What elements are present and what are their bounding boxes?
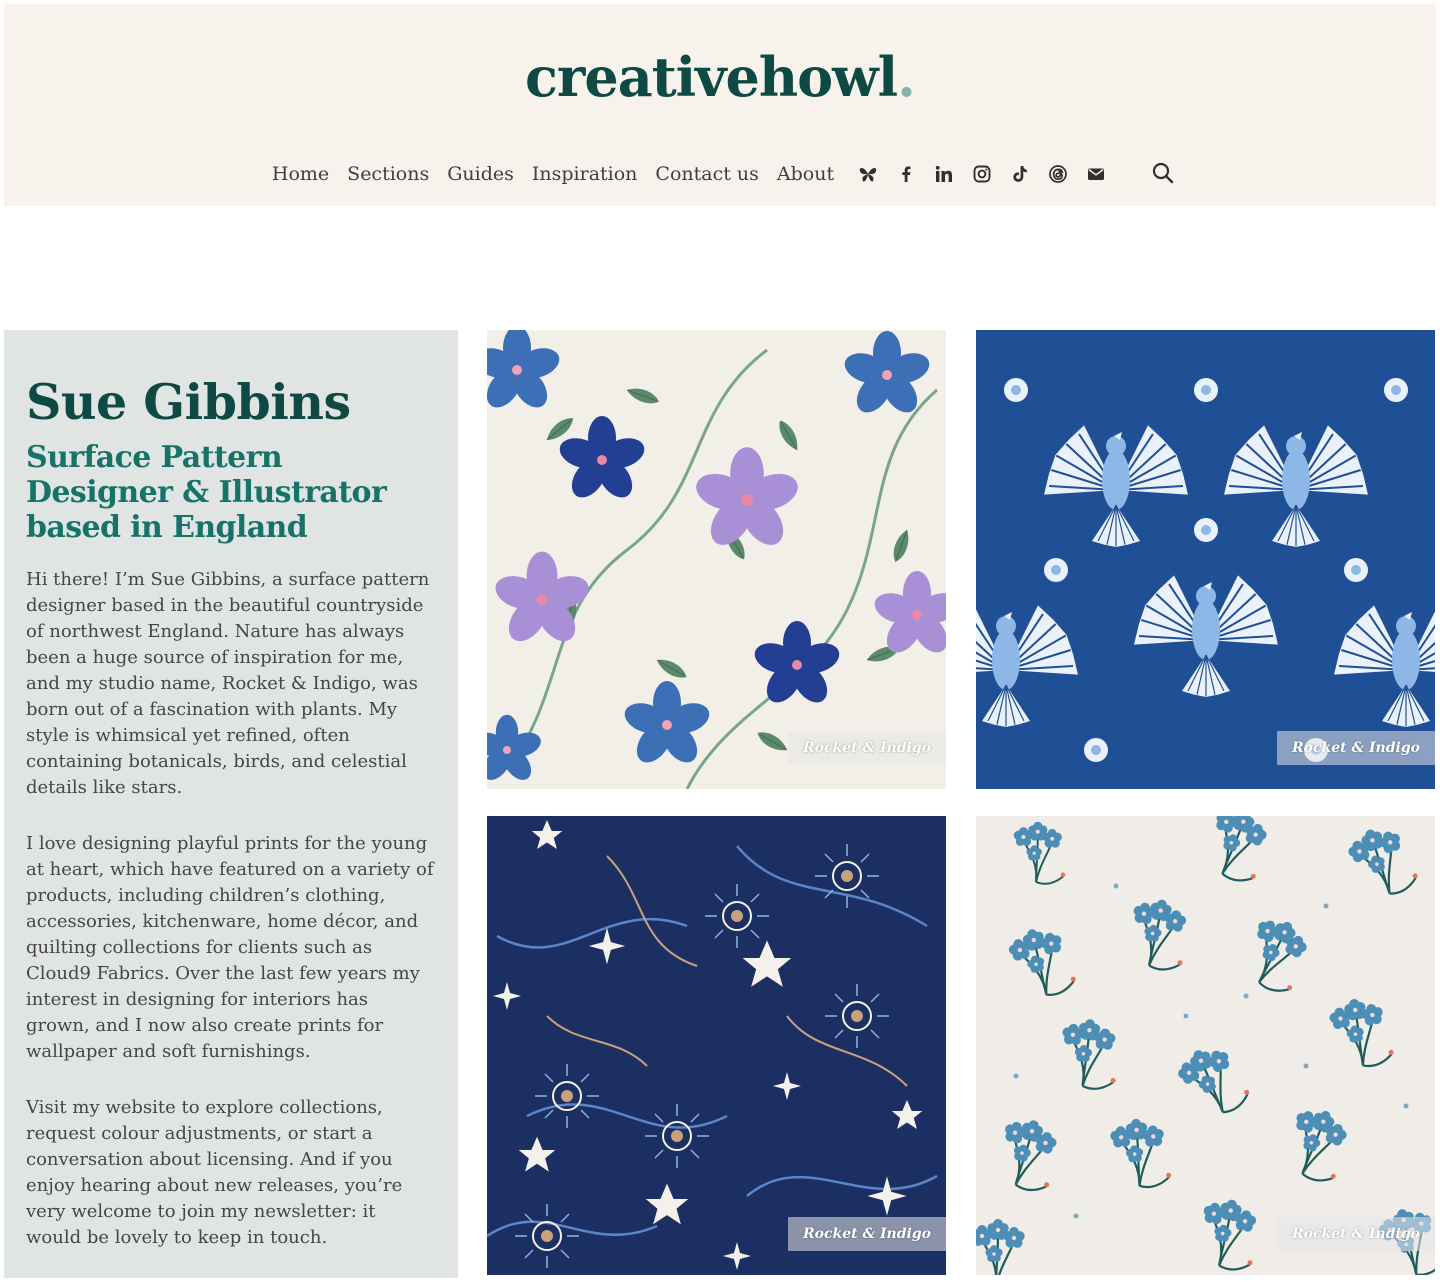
designer-bio: Hi there! I’m Sue Gibbins, a surface pat… bbox=[26, 567, 436, 1251]
designer-name: Sue Gibbins bbox=[26, 373, 351, 431]
site-header: creativehowl. Home Sections Guides Inspi… bbox=[4, 4, 1436, 206]
designer-intro-panel: Sue Gibbins Surface Pattern Designer & I… bbox=[4, 330, 458, 1278]
nav-sections[interactable]: Sections bbox=[347, 163, 429, 185]
folk-birds-pattern-image bbox=[976, 330, 1435, 789]
nav-home[interactable]: Home bbox=[272, 163, 329, 185]
instagram-icon[interactable] bbox=[971, 163, 993, 185]
nav-guides[interactable]: Guides bbox=[447, 163, 514, 185]
tiktok-icon[interactable] bbox=[1009, 163, 1031, 185]
nav-inspiration[interactable]: Inspiration bbox=[532, 163, 638, 185]
designer-role: Surface Pattern Designer & Illustrator b… bbox=[26, 440, 387, 545]
pattern-tile-stars[interactable]: Rocket & Indigo bbox=[487, 816, 946, 1275]
watermark-label: Rocket & Indigo bbox=[1277, 1217, 1435, 1251]
social-links bbox=[849, 163, 1115, 185]
bio-paragraph: I love designing playful prints for the … bbox=[26, 833, 434, 1062]
pattern-tile-hibiscus[interactable]: Rocket & Indigo bbox=[487, 330, 946, 789]
hibiscus-floral-pattern-image bbox=[487, 330, 946, 789]
watermark-label: Rocket & Indigo bbox=[1277, 731, 1435, 765]
pattern-tile-birds[interactable]: Rocket & Indigo bbox=[976, 330, 1435, 789]
facebook-icon[interactable] bbox=[895, 163, 917, 185]
linkedin-icon[interactable] bbox=[933, 163, 955, 185]
watermark-label: Rocket & Indigo bbox=[788, 731, 946, 765]
bio-paragraph: Hi there! I’m Sue Gibbins, a surface pat… bbox=[26, 569, 430, 798]
bio-paragraph: Visit my website to explore collections,… bbox=[26, 1097, 403, 1248]
logo-text: creativehowl bbox=[525, 45, 898, 109]
pattern-tile-forget-me-not[interactable]: Rocket & Indigo bbox=[976, 816, 1435, 1275]
logo-dot: . bbox=[897, 45, 916, 109]
main-nav: Home Sections Guides Inspiration Contact… bbox=[4, 154, 1436, 194]
watermark-label: Rocket & Indigo bbox=[788, 1217, 946, 1251]
email-icon[interactable] bbox=[1085, 163, 1107, 185]
nav-about[interactable]: About bbox=[777, 163, 834, 185]
threads-icon[interactable] bbox=[1047, 163, 1069, 185]
forget-me-not-pattern-image bbox=[976, 816, 1435, 1275]
celestial-stars-pattern-image bbox=[487, 816, 946, 1275]
search-icon[interactable] bbox=[1151, 161, 1177, 187]
site-logo[interactable]: creativehowl. bbox=[4, 42, 1436, 112]
butterfly-icon[interactable] bbox=[857, 163, 879, 185]
nav-contact-us[interactable]: Contact us bbox=[655, 163, 758, 185]
